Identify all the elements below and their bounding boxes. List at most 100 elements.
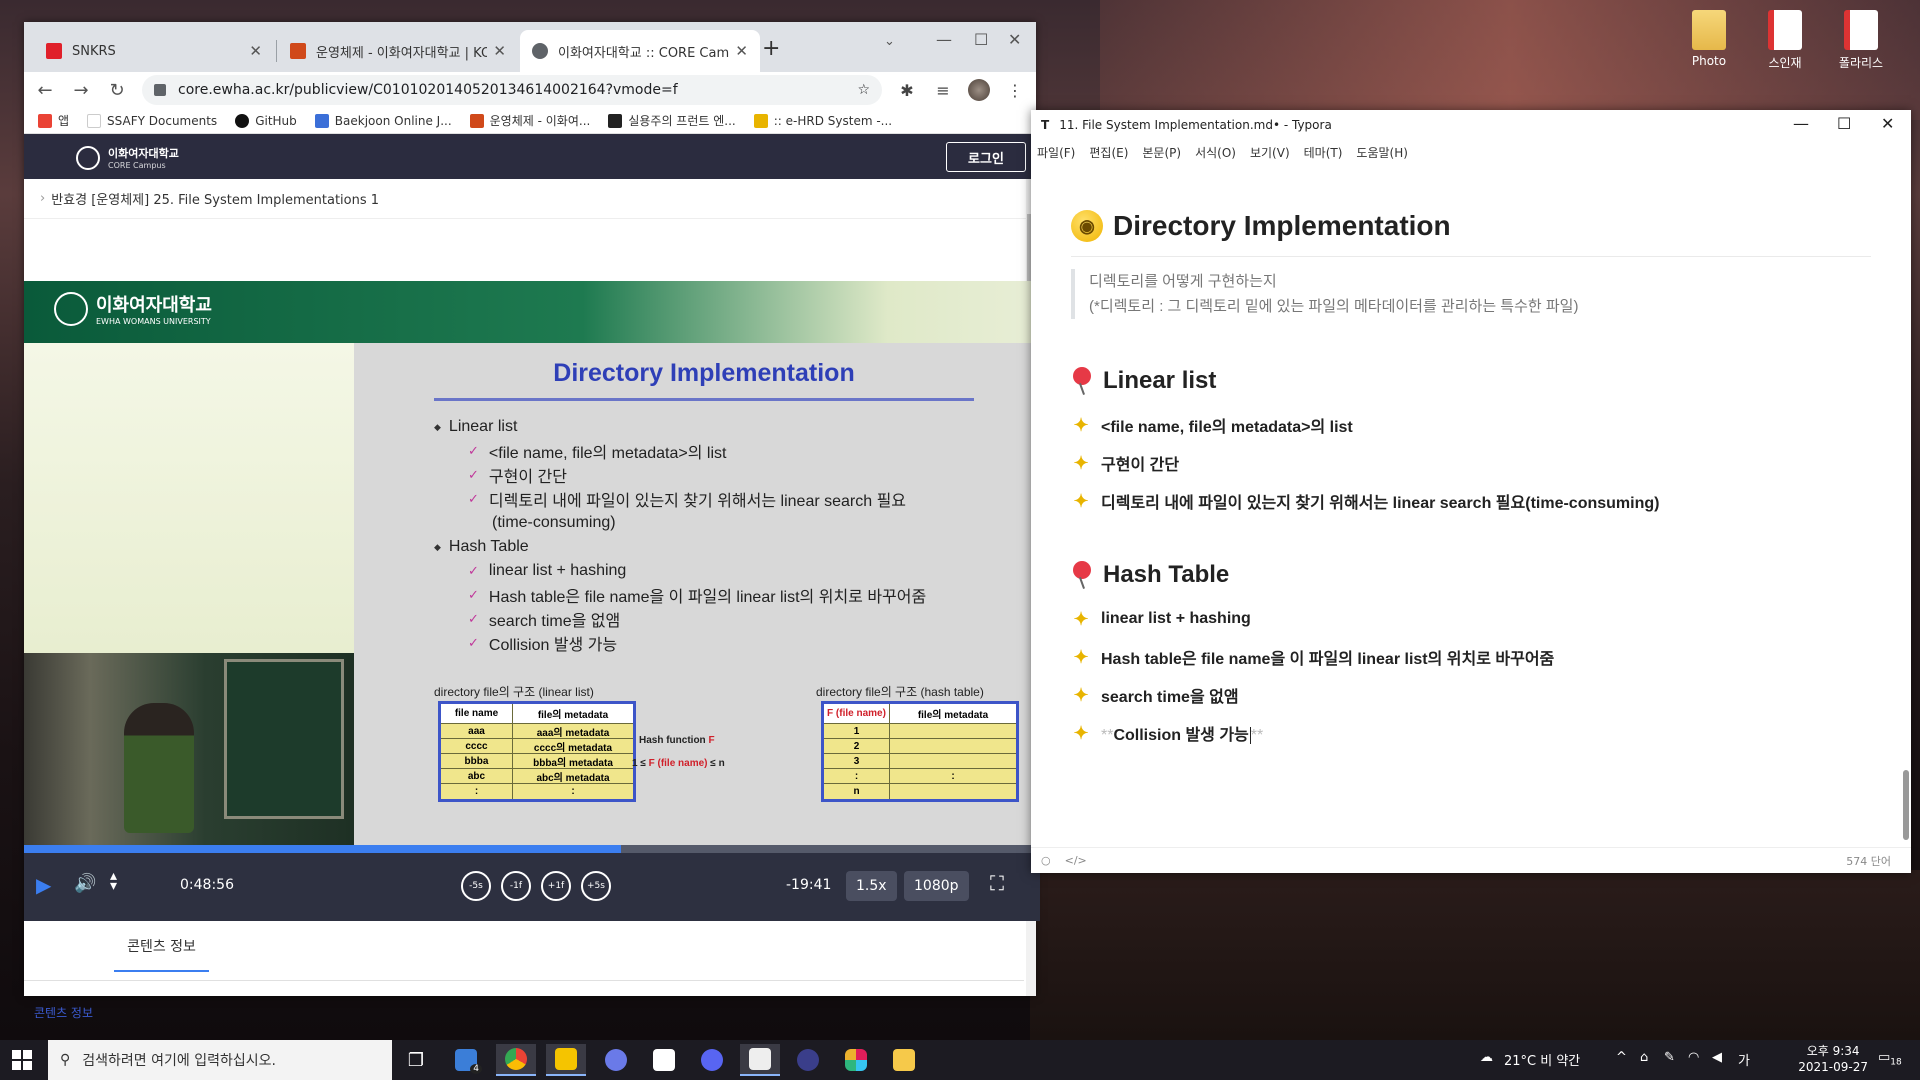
- list-item[interactable]: ✦ 구현이 간단: [1071, 451, 1871, 475]
- bookmark-baekjoon[interactable]: Baekjoon Online J...: [314, 113, 452, 128]
- tab-search-chevron-icon[interactable]: ⌄: [884, 34, 895, 49]
- step-back-frame-button[interactable]: -1f: [501, 871, 531, 901]
- close-tab-icon[interactable]: ✕: [493, 42, 506, 60]
- list-item[interactable]: ✦ search time을 없앰: [1071, 683, 1871, 707]
- desktop-icon-photo[interactable]: Photo: [1672, 10, 1746, 68]
- menu-item[interactable]: 테마(T): [1304, 144, 1343, 161]
- task-view-icon[interactable]: ❐: [396, 1044, 436, 1076]
- pen-icon[interactable]: ✎: [1664, 1050, 1675, 1065]
- cloud-app-icon[interactable]: [596, 1044, 636, 1076]
- tab-os-course[interactable]: 운영체제 - 이화여자대학교 | KO ✕: [278, 30, 518, 72]
- file-explorer-app-icon[interactable]: [884, 1044, 924, 1076]
- windows-start-icon[interactable]: [12, 1050, 32, 1070]
- mail-app-icon[interactable]: 4: [446, 1044, 486, 1076]
- sidebar-toggle-icon[interactable]: ○: [1041, 854, 1051, 867]
- system-clock[interactable]: 오후 9:34 2021-09-27: [1798, 1043, 1868, 1075]
- list-item[interactable]: ✦ <file name, file의 metadata>의 list: [1071, 413, 1871, 437]
- desktop-icon-polaris[interactable]: 폴라리스: [1824, 10, 1898, 71]
- sparkle-icon: ✦: [1073, 722, 1089, 743]
- table-row: 1: [824, 724, 1016, 739]
- tab-label: SNKRS: [72, 43, 116, 59]
- menu-item[interactable]: 본문(P): [1142, 144, 1181, 161]
- bookmark-apps[interactable]: 앱: [38, 112, 69, 129]
- volume-stepper-icon[interactable]: ▴ ▾: [110, 869, 117, 893]
- discord-app-icon[interactable]: [692, 1044, 732, 1076]
- minimize-icon[interactable]: —: [936, 30, 952, 49]
- video-progress-bar[interactable]: [24, 845, 1040, 853]
- play-icon[interactable]: ▶: [36, 873, 51, 897]
- list-item-editing[interactable]: ✦ **Collision 발생 가능 **: [1071, 721, 1871, 745]
- bookmark-star-icon[interactable]: ☆: [857, 82, 870, 98]
- volume-icon[interactable]: 🔊: [74, 873, 96, 894]
- typora-app-icon[interactable]: [740, 1044, 780, 1076]
- bookmark-ehrd[interactable]: :: e-HRD System -...: [753, 113, 892, 128]
- menu-item[interactable]: 서식(O): [1195, 144, 1236, 161]
- close-window-icon[interactable]: ✕: [1008, 30, 1021, 49]
- taskbar-search-box[interactable]: ⚲ 검색하려면 여기에 입력하십시오.: [48, 1040, 392, 1080]
- maximize-icon[interactable]: ☐: [1837, 114, 1851, 133]
- login-button[interactable]: 로그인: [946, 142, 1026, 172]
- new-tab-plus-icon[interactable]: +: [762, 36, 780, 61]
- reload-icon[interactable]: ↻: [106, 80, 128, 101]
- hash-range-right: ≤ n: [710, 758, 725, 769]
- close-window-icon[interactable]: ✕: [1881, 114, 1894, 133]
- network-icon[interactable]: ⌂: [1640, 1050, 1648, 1065]
- typora-document[interactable]: ◉ Directory Implementation 디렉토리를 어떻게 구현하…: [1071, 206, 1871, 745]
- menu-item[interactable]: 도움말(H): [1356, 144, 1408, 161]
- speaker-icon[interactable]: ◀: [1712, 1050, 1722, 1065]
- slide-logo: 이화여자대학교 EWHA WOMANS UNIVERSITY: [54, 291, 212, 326]
- slack-app-icon[interactable]: [836, 1044, 876, 1076]
- close-tab-icon[interactable]: ✕: [249, 42, 262, 60]
- kebab-menu-icon[interactable]: ⋮: [1004, 81, 1026, 100]
- typora-window: T 11. File System Implementation.md• - T…: [1031, 110, 1911, 873]
- minimize-icon[interactable]: —: [1793, 114, 1809, 133]
- step-forward-frame-button[interactable]: +1f: [541, 871, 571, 901]
- playback-speed-button[interactable]: 1.5x: [846, 871, 897, 901]
- eclipse-app-icon[interactable]: [788, 1044, 828, 1076]
- weather-text[interactable]: 21°C 비 약간: [1504, 1050, 1580, 1069]
- lecturer-figure: [124, 703, 194, 833]
- bookmark-github[interactable]: GitHub: [235, 113, 297, 128]
- list-item[interactable]: ✦ linear list + hashing: [1071, 607, 1871, 631]
- bookmark-os-course[interactable]: 운영체제 - 이화여...: [469, 112, 590, 129]
- fullscreen-icon[interactable]: ⛶: [990, 871, 1004, 895]
- skip-forward-5s-button[interactable]: +5s: [581, 871, 611, 901]
- back-arrow-icon[interactable]: ←: [34, 80, 56, 101]
- ime-indicator[interactable]: 가: [1738, 1050, 1750, 1069]
- media-queue-icon[interactable]: ≡: [932, 81, 954, 100]
- menu-item[interactable]: 파일(F): [1037, 144, 1075, 161]
- menu-item[interactable]: 보기(V): [1250, 144, 1290, 161]
- forward-arrow-icon[interactable]: →: [70, 80, 92, 101]
- video-player[interactable]: 이화여자대학교 EWHA WOMANS UNIVERSITY Directory…: [24, 281, 1040, 921]
- sticky-notes-app-icon[interactable]: [546, 1044, 586, 1076]
- profile-avatar[interactable]: [968, 79, 990, 101]
- notion-app-icon[interactable]: [644, 1044, 684, 1076]
- tab-content-info[interactable]: 콘텐츠 정보: [114, 936, 209, 972]
- tab-core-campus[interactable]: 이화여자대학교 :: CORE Campus ✕: [520, 30, 760, 72]
- chevron-up-icon[interactable]: ^: [1616, 1050, 1627, 1065]
- tab-snkrs[interactable]: SNKRS ✕: [34, 30, 274, 72]
- typora-scrollbar[interactable]: [1903, 770, 1909, 840]
- desktop-icon-sinjae[interactable]: 스인재: [1748, 10, 1822, 71]
- close-tab-icon[interactable]: ✕: [735, 42, 748, 60]
- list-item[interactable]: ✦ 디렉토리 내에 파일이 있는지 찾기 위해서는 linear search 필…: [1071, 489, 1871, 513]
- chrome-app-icon[interactable]: [496, 1044, 536, 1076]
- wifi-icon[interactable]: ◠: [1688, 1050, 1699, 1065]
- address-bar[interactable]: core.ewha.ac.kr/publicview/C010102014052…: [142, 75, 882, 105]
- extensions-puzzle-icon[interactable]: ✱: [896, 81, 918, 100]
- weather-cloud-icon[interactable]: ☁: [1480, 1050, 1493, 1065]
- site-logo[interactable]: 이화여자대학교 CORE Campus: [76, 145, 179, 170]
- bookmark-ssafy[interactable]: SSAFY Documents: [87, 113, 217, 128]
- lecturer-video-feed: [24, 653, 354, 845]
- source-code-toggle-icon[interactable]: </>: [1065, 854, 1087, 867]
- maximize-icon[interactable]: ☐: [974, 30, 988, 49]
- skip-back-5s-button[interactable]: -5s: [461, 871, 491, 901]
- quality-button[interactable]: 1080p: [904, 871, 969, 901]
- slide-bullet: 디렉토리 내에 파일이 있는지 찾기 위해서는 linear search 필요: [434, 487, 926, 511]
- bookmark-frontend[interactable]: 실용주의 프런트 엔...: [608, 112, 736, 129]
- item-text: 디렉토리 내에 파일이 있는지 찾기 위해서는 linear search 필요…: [1101, 495, 1660, 512]
- site-logo-subtitle: CORE Campus: [108, 161, 166, 170]
- list-item[interactable]: ✦ Hash table은 file name을 이 파일의 linear lis…: [1071, 645, 1871, 669]
- notification-center-icon[interactable]: ▭18: [1878, 1050, 1902, 1068]
- menu-item[interactable]: 편집(E): [1089, 144, 1128, 161]
